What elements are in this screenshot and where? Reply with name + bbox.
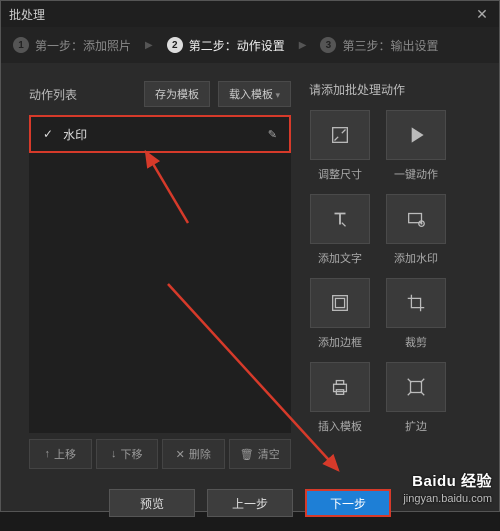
text-tile[interactable] (310, 194, 370, 244)
text-icon (329, 208, 351, 230)
trash-icon: 🗑 (240, 448, 254, 461)
window-title: 批处理 (9, 6, 45, 23)
border-tile[interactable] (310, 278, 370, 328)
baidu-watermark: Baidu 经验 jingyan.baidu.com (403, 472, 492, 506)
expand-tile[interactable] (386, 362, 446, 412)
save-template-button[interactable]: 存为模板 (144, 81, 210, 107)
arrow-down-icon: ↓ (111, 448, 117, 460)
checkmark-icon: ✓ (43, 127, 53, 141)
move-up-button[interactable]: ↑上移 (29, 439, 92, 469)
right-panel-title: 请添加批处理动作 (309, 81, 479, 98)
action-list-body (29, 153, 291, 433)
action-item-label: 水印 (63, 126, 87, 143)
action-list-item[interactable]: ✓ 水印 ✎ (29, 115, 291, 153)
action-list-label: 动作列表 (29, 86, 136, 103)
watermark-icon (405, 208, 427, 230)
resize-icon (329, 124, 351, 146)
template-tile[interactable] (310, 362, 370, 412)
resize-tile[interactable] (310, 110, 370, 160)
load-template-dropdown[interactable]: 载入模板 (218, 81, 291, 107)
step-1[interactable]: 1第一步：添加照片 (13, 37, 131, 54)
preview-button[interactable]: 预览 (109, 489, 195, 517)
play-icon (405, 124, 427, 146)
pencil-icon[interactable]: ✎ (268, 128, 277, 141)
step-bar: 1第一步：添加照片 ▶ 2第二步：动作设置 ▶ 3第三步：输出设置 (1, 27, 499, 63)
arrow-up-icon: ↑ (45, 448, 51, 460)
move-down-button[interactable]: ↓下移 (96, 439, 159, 469)
step-2[interactable]: 2第二步：动作设置 (167, 37, 285, 54)
printer-icon (329, 376, 351, 398)
x-icon: ✕ (176, 448, 185, 461)
expand-icon (405, 376, 427, 398)
delete-button[interactable]: ✕删除 (162, 439, 225, 469)
crop-icon (405, 292, 427, 314)
step-3[interactable]: 3第三步：输出设置 (320, 37, 438, 54)
prev-button[interactable]: 上一步 (207, 489, 293, 517)
oneclick-tile[interactable] (386, 110, 446, 160)
next-button[interactable]: 下一步 (305, 489, 391, 517)
close-icon[interactable]: ✕ (473, 5, 491, 23)
watermark-tile[interactable] (386, 194, 446, 244)
clear-button[interactable]: 🗑清空 (229, 439, 292, 469)
border-icon (329, 292, 351, 314)
crop-tile[interactable] (386, 278, 446, 328)
